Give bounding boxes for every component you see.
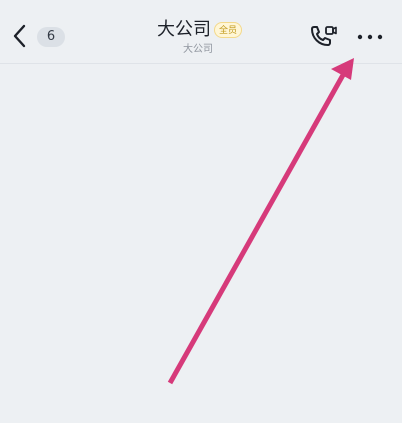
all-members-tag: 全员	[214, 22, 242, 38]
back-button[interactable]	[8, 20, 34, 52]
chat-title-block[interactable]: 大公司 全员 大公司	[140, 15, 262, 59]
more-horizontal-icon	[357, 34, 383, 40]
more-button[interactable]	[355, 29, 385, 45]
chevron-left-icon	[13, 24, 26, 48]
unread-count-badge[interactable]: 6	[37, 27, 65, 47]
chat-header: 6 大公司 全员 大公司	[0, 0, 402, 64]
chat-content-area[interactable]	[0, 64, 402, 423]
phone-video-icon	[311, 26, 337, 46]
page-subtitle: 大公司	[183, 44, 213, 55]
page-title: 大公司	[157, 19, 211, 40]
call-button[interactable]	[309, 24, 339, 50]
